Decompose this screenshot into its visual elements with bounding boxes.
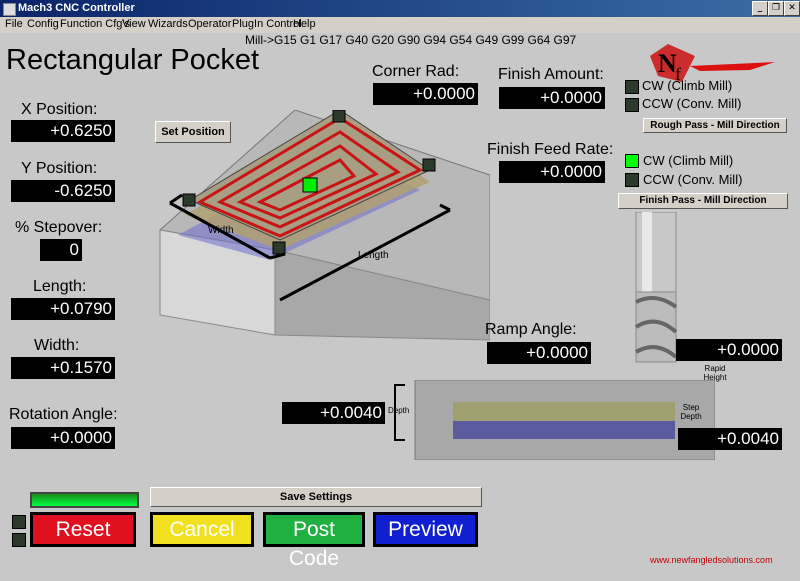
diagram-length-label: Length: [358, 250, 389, 261]
step-depth-field[interactable]: +0.0040: [678, 428, 782, 450]
menu-plugin-control[interactable]: PlugIn Control: [232, 18, 302, 30]
y-position-field[interactable]: -0.6250: [11, 180, 115, 202]
cancel-button[interactable]: Cancel: [150, 512, 254, 547]
save-settings-button[interactable]: Save Settings: [150, 487, 482, 507]
stepover-label: % Stepover:: [15, 219, 103, 236]
pocket-3d-diagram: Width Length: [158, 110, 490, 341]
finish-feed-rate-field[interactable]: +0.0000: [499, 161, 605, 183]
finish-cw-label: CW (Climb Mill): [643, 153, 734, 168]
rough-ccw-led[interactable]: [625, 98, 639, 112]
length-field[interactable]: +0.0790: [11, 298, 115, 320]
diagram-width-label: Width: [208, 225, 234, 236]
post-code-button[interactable]: Post Code: [263, 512, 365, 570]
step-depth-label: Step Depth: [680, 403, 702, 421]
progress-bar: [30, 492, 139, 508]
depth-cross-section-diagram: [394, 380, 715, 460]
window-title: Mach3 CNC Controller: [18, 2, 135, 14]
corner-rad-field[interactable]: +0.0000: [373, 83, 478, 105]
rotation-angle-label: Rotation Angle:: [9, 406, 118, 423]
rotation-angle-field[interactable]: +0.0000: [11, 427, 115, 449]
finish-cw-led[interactable]: [625, 154, 639, 168]
finish-feed-rate-label: Finish Feed Rate:: [487, 141, 614, 158]
close-button[interactable]: ✕: [784, 1, 800, 16]
length-label: Length:: [33, 278, 87, 295]
stepover-field[interactable]: 0: [40, 239, 82, 261]
rough-ccw-label: CCW (Conv. Mill): [642, 96, 742, 111]
rapid-height-field[interactable]: +0.0000: [676, 339, 782, 361]
page-title: Rectangular Pocket: [6, 44, 260, 76]
menu-help[interactable]: Help: [293, 18, 316, 30]
finish-amount-label: Finish Amount:: [498, 66, 604, 83]
finish-pass-direction-button[interactable]: Finish Pass - Mill Direction: [618, 193, 788, 209]
menu-function-cfgs[interactable]: Function Cfg's: [60, 18, 130, 30]
minimize-button[interactable]: _: [752, 1, 768, 16]
finish-ccw-led[interactable]: [625, 173, 639, 187]
menu-view[interactable]: View: [122, 18, 146, 30]
end-mill-icon: [634, 212, 678, 363]
depth-label: Depth: [388, 406, 410, 415]
gcode-modal-line: Mill->G15 G1 G17 G40 G20 G90 G94 G54 G49…: [245, 33, 577, 47]
app-icon: [3, 3, 16, 16]
corner-rad-label: Corner Rad:: [372, 63, 460, 80]
maximize-button[interactable]: ❐: [768, 1, 784, 16]
menu-config[interactable]: Config: [27, 18, 59, 30]
menu-wizards[interactable]: Wizards: [148, 18, 188, 30]
rough-cw-label: CW (Climb Mill): [642, 78, 733, 93]
reset-button[interactable]: Reset: [30, 512, 136, 547]
website-link[interactable]: www.newfangledsolutions.com: [650, 555, 773, 565]
status-led-1: [12, 515, 26, 529]
rough-pass-direction-button[interactable]: Rough Pass - Mill Direction: [643, 118, 787, 133]
width-field[interactable]: +0.1570: [11, 357, 115, 379]
x-position-label: X Position:: [21, 101, 98, 118]
x-position-field[interactable]: +0.6250: [11, 120, 115, 142]
ramp-angle-label: Ramp Angle:: [485, 321, 577, 338]
menu-bar: File Config Function Cfg's View Wizards …: [0, 17, 800, 33]
window-titlebar: Mach3 CNC Controller _ ❐ ✕: [0, 0, 800, 17]
preview-button[interactable]: Preview: [373, 512, 478, 547]
finish-ccw-label: CCW (Conv. Mill): [643, 172, 743, 187]
menu-operator[interactable]: Operator: [188, 18, 231, 30]
finish-amount-field[interactable]: +0.0000: [499, 87, 605, 109]
y-position-label: Y Position:: [21, 160, 98, 177]
menu-file[interactable]: File: [5, 18, 23, 30]
depth-field[interactable]: +0.0040: [282, 402, 385, 424]
status-led-2: [12, 533, 26, 547]
width-label: Width:: [34, 337, 80, 354]
rough-cw-led[interactable]: [625, 80, 639, 94]
ramp-angle-field[interactable]: +0.0000: [487, 342, 591, 364]
